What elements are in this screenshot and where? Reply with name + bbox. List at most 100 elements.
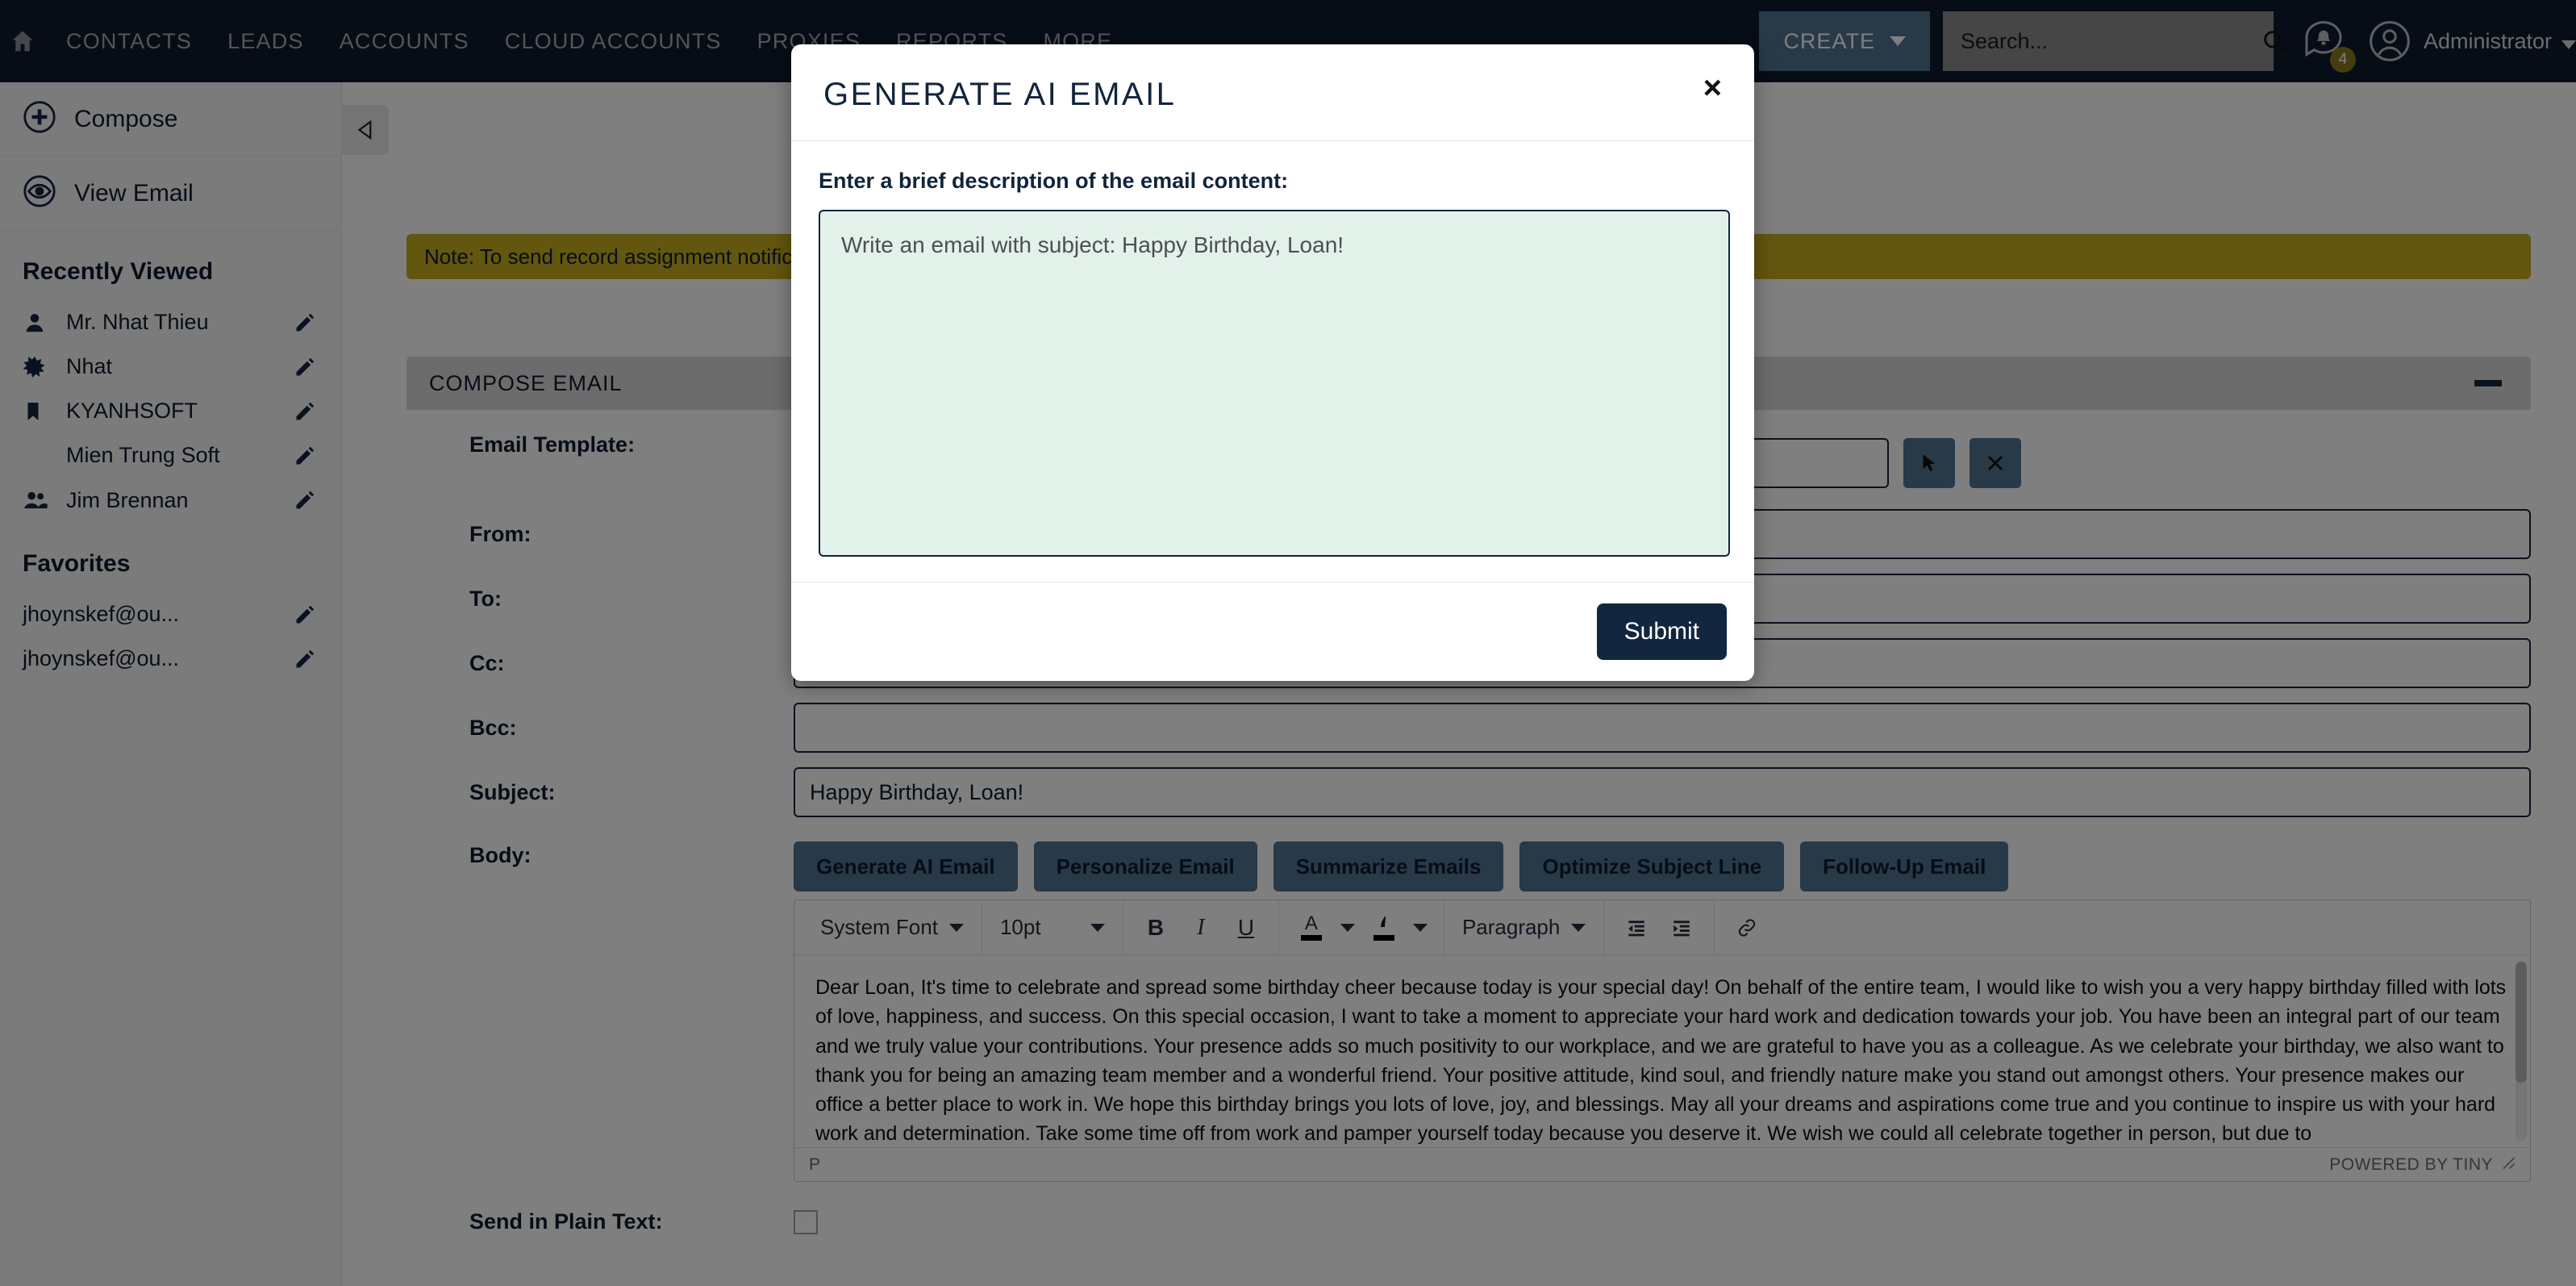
list-item-label: Nhat bbox=[66, 354, 113, 378]
list-item[interactable]: jhoynskef@ou... bbox=[0, 637, 341, 681]
chevron-down-icon bbox=[2561, 40, 2576, 49]
editor-scrollbar-thumb[interactable] bbox=[2516, 962, 2527, 1083]
chevron-down-icon bbox=[1889, 36, 1906, 46]
underline-button[interactable]: U bbox=[1223, 908, 1269, 948]
text-color-dropdown[interactable] bbox=[1334, 908, 1361, 948]
pencil-icon[interactable] bbox=[291, 356, 319, 378]
editor-content-area[interactable]: Dear Loan, It's time to celebrate and sp… bbox=[794, 955, 2530, 1147]
label-to: To: bbox=[469, 586, 502, 611]
avatar bbox=[2370, 21, 2410, 61]
chevron-down-icon bbox=[948, 923, 964, 932]
pencil-icon[interactable] bbox=[291, 648, 319, 670]
list-item[interactable]: KYANHSOFT bbox=[0, 389, 341, 433]
block-format-select[interactable]: Paragraph bbox=[1454, 915, 1594, 940]
label-send-plain-text: Send in Plain Text: bbox=[469, 1209, 663, 1234]
chevron-down-icon bbox=[1571, 923, 1586, 932]
sidebar: Compose View Email Recently Viewed Mr. N… bbox=[0, 82, 342, 1286]
list-item[interactable]: jhoynskef@ou... bbox=[0, 592, 341, 637]
dialog-title: GENERATE AI EMAIL bbox=[823, 77, 1177, 112]
list-item-label: Mr. Nhat Thieu bbox=[66, 310, 209, 334]
dialog-footer: Submit bbox=[791, 582, 1754, 681]
highlight-color-swatch bbox=[1373, 935, 1394, 941]
toolbar-group-style: B I U bbox=[1123, 900, 1279, 954]
global-search[interactable] bbox=[1942, 11, 2286, 71]
optimize-subject-line-button[interactable]: Optimize Subject Line bbox=[1519, 841, 1785, 891]
list-item-label: Jim Brennan bbox=[66, 487, 189, 512]
create-button[interactable]: CREATE bbox=[1759, 11, 1930, 71]
pencil-icon[interactable] bbox=[291, 311, 319, 334]
arrow-pointer-icon bbox=[1923, 454, 1936, 472]
sidebar-item-view-email[interactable]: View Email bbox=[0, 157, 341, 231]
subject-value: Happy Birthday, Loan! bbox=[810, 779, 1024, 804]
create-button-label: CREATE bbox=[1783, 28, 1875, 53]
toolbar-group-color: A bbox=[1279, 900, 1444, 954]
list-item[interactable]: Mien Trung Soft bbox=[0, 433, 341, 478]
email-description-textarea[interactable] bbox=[819, 210, 1730, 557]
text-color-swatch bbox=[1300, 935, 1322, 941]
rich-text-editor: System Font 10pt B I U A Paragraph Dear … bbox=[794, 900, 2531, 1182]
list-item-label: Mien Trung Soft bbox=[66, 443, 220, 467]
toolbar-group-block: Paragraph bbox=[1444, 900, 1605, 954]
search-icon[interactable] bbox=[2246, 27, 2303, 55]
list-item[interactable]: Nhat bbox=[0, 344, 341, 389]
indent-icon[interactable] bbox=[1659, 908, 1704, 948]
list-item[interactable]: Mr. Nhat Thieu bbox=[0, 300, 341, 344]
nav-link-accounts[interactable]: ACCOUNTS bbox=[322, 0, 487, 82]
person-icon bbox=[23, 311, 53, 335]
font-family-value: System Font bbox=[820, 915, 938, 939]
list-item-label: jhoynskef@ou... bbox=[23, 646, 180, 670]
submit-button[interactable]: Submit bbox=[1596, 603, 1727, 660]
bcc-field[interactable] bbox=[794, 703, 2531, 753]
eye-circle-icon bbox=[23, 174, 56, 212]
summarize-emails-button[interactable]: Summarize Emails bbox=[1273, 841, 1504, 891]
outdent-icon[interactable] bbox=[1614, 908, 1659, 948]
home-icon[interactable] bbox=[5, 29, 40, 53]
plus-circle-icon bbox=[23, 100, 56, 138]
star-burst-icon bbox=[23, 355, 53, 379]
editor-body-text: Dear Loan, It's time to celebrate and sp… bbox=[815, 976, 2507, 1146]
font-size-select[interactable]: 10pt bbox=[992, 915, 1113, 940]
generate-ai-email-dialog: GENERATE AI EMAIL × Enter a brief descri… bbox=[791, 44, 1754, 681]
minus-icon[interactable] bbox=[2474, 380, 2502, 386]
pencil-icon[interactable] bbox=[291, 445, 319, 467]
text-color-button[interactable]: A bbox=[1289, 908, 1334, 948]
italic-button[interactable]: I bbox=[1178, 908, 1223, 948]
sidebar-collapse-toggle[interactable] bbox=[342, 105, 389, 155]
notifications-button[interactable]: 4 bbox=[2301, 17, 2356, 73]
send-in-plain-text-checkbox[interactable] bbox=[794, 1209, 818, 1234]
generate-ai-email-button[interactable]: Generate AI Email bbox=[794, 841, 1018, 891]
bold-button[interactable]: B bbox=[1133, 908, 1178, 948]
follow-up-email-button[interactable]: Follow-Up Email bbox=[1800, 841, 2009, 891]
search-input[interactable] bbox=[1942, 28, 2246, 54]
highlight-color-button[interactable] bbox=[1361, 908, 1407, 948]
editor-element-path: P bbox=[809, 1154, 821, 1174]
highlight-color-dropdown[interactable] bbox=[1407, 908, 1434, 948]
list-item[interactable]: Jim Brennan bbox=[0, 478, 341, 523]
close-icon[interactable]: × bbox=[1703, 72, 1722, 104]
sidebar-item-compose[interactable]: Compose bbox=[0, 82, 341, 157]
triangle-left-icon bbox=[357, 119, 372, 140]
template-select-button[interactable] bbox=[1903, 438, 1955, 488]
sidebar-item-label: Compose bbox=[74, 105, 178, 132]
pencil-icon[interactable] bbox=[291, 400, 319, 423]
pencil-icon[interactable] bbox=[291, 489, 319, 511]
toolbar-group-size: 10pt bbox=[982, 900, 1123, 954]
user-name: Administrator bbox=[2423, 28, 2552, 53]
text-color-letter: A bbox=[1304, 912, 1318, 934]
toolbar-group-indent bbox=[1604, 900, 1715, 954]
personalize-email-button[interactable]: Personalize Email bbox=[1033, 841, 1257, 891]
pencil-icon[interactable] bbox=[291, 603, 319, 626]
template-clear-button[interactable] bbox=[1970, 438, 2021, 488]
bookmark-icon bbox=[23, 401, 53, 422]
font-family-select[interactable]: System Font bbox=[812, 915, 972, 940]
user-menu[interactable]: Administrator bbox=[2367, 19, 2576, 64]
nav-link-leads[interactable]: LEADS bbox=[210, 0, 322, 82]
people-icon bbox=[23, 487, 53, 513]
editor-toolbar: System Font 10pt B I U A Paragraph bbox=[794, 900, 2530, 955]
link-icon[interactable] bbox=[1724, 908, 1769, 948]
notification-badge: 4 bbox=[2329, 46, 2356, 73]
resize-grip-icon[interactable] bbox=[2501, 1155, 2516, 1175]
subject-field[interactable]: Happy Birthday, Loan! bbox=[794, 767, 2531, 817]
nav-link-cloud-accounts[interactable]: CLOUD ACCOUNTS bbox=[487, 0, 740, 82]
nav-link-contacts[interactable]: CONTACTS bbox=[48, 0, 210, 82]
